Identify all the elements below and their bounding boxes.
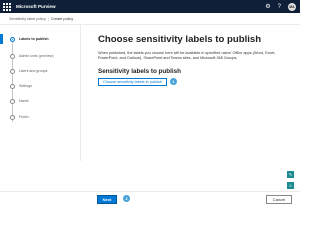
waffle-icon[interactable] [3,2,11,11]
step-label: Users and groups [19,69,48,73]
step-callout-badge: 2 [123,195,130,202]
breadcrumb-item-policy[interactable]: Sensitivity label policy [9,17,46,21]
step-dot-active [10,36,15,42]
wizard-steps: Labels to publish Admin units (preview) … [0,25,72,161]
wizard-divider [80,25,81,161]
settings-icon[interactable]: ⚙ [265,4,270,10]
step-dot [10,83,15,89]
step-dot [10,98,15,104]
step-rail [12,38,13,122]
breadcrumb: Sensitivity label policy | Create policy [9,15,73,22]
step-finish[interactable]: Finish [0,113,72,121]
choose-labels-row: Choose sensitivity labels to publish 1 [98,77,288,86]
breadcrumb-separator: | [47,16,49,21]
app-title[interactable]: Microsoft Purview [16,4,56,9]
step-callout-badge: 1 [169,78,177,86]
step-settings[interactable]: Settings [0,82,72,90]
step-dot [10,53,15,59]
page-description: When published, the labels you choose he… [98,51,276,61]
next-button[interactable]: Next [97,195,117,204]
avatar[interactable]: MA [288,2,296,11]
feedback-icon[interactable]: ☺ [287,182,294,189]
top-bar: Microsoft Purview ⚙ ? MA [0,0,300,13]
step-label: Name [19,99,29,103]
step-dot [10,68,15,74]
step-label: Admin units (preview) [19,54,54,58]
footer: Next 2 Cancel [0,192,300,207]
step-users-and-groups[interactable]: Users and groups [0,67,72,75]
step-admin-units[interactable]: Admin units (preview) [0,52,72,60]
cancel-button[interactable]: Cancel [266,195,292,204]
chat-help-icon[interactable]: ✎ [287,171,294,178]
page-title: Choose sensitivity labels to publish [98,34,262,45]
breadcrumb-item-current: Create policy [50,16,74,21]
step-label: Finish [19,115,29,119]
help-icon[interactable]: ? [278,4,281,10]
choose-labels-button[interactable]: Choose sensitivity labels to publish [98,77,167,86]
step-dot [10,114,15,120]
main-content: Choose sensitivity labels to publish Whe… [98,34,288,86]
step-name[interactable]: Name [0,97,72,105]
step-labels-to-publish[interactable]: Labels to publish [0,35,72,43]
step-label: Labels to publish [19,37,49,41]
step-label: Settings [19,84,32,88]
section-title: Sensitivity labels to publish [98,67,181,75]
